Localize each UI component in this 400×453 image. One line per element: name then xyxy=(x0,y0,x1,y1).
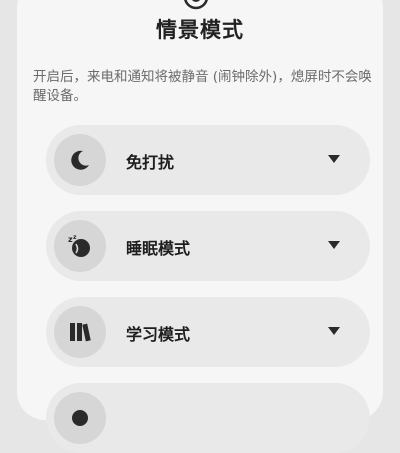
books-icon xyxy=(70,323,91,342)
mode-row-study[interactable]: 学习模式 xyxy=(46,297,370,367)
svg-text:z: z xyxy=(73,234,77,241)
mode-icon-circle xyxy=(54,306,106,358)
mode-icon-circle xyxy=(54,134,106,186)
mode-label: 学习模式 xyxy=(126,325,191,344)
mode-label: 免打扰 xyxy=(126,153,175,172)
mode-icon-circle: z z xyxy=(54,220,106,272)
chevron-down-icon[interactable] xyxy=(328,327,340,335)
scene-mode-icon xyxy=(184,0,208,10)
chevron-down-icon[interactable] xyxy=(328,241,340,249)
mode-row-do-not-disturb[interactable]: 免打扰 xyxy=(46,125,370,195)
mode-label: 睡眠模式 xyxy=(126,239,191,258)
mode-description: 开启后，来电和通知将被静音 (闹钟除外)，熄屏时不会唤醒设备。 xyxy=(33,69,372,104)
mode-row-partial[interactable] xyxy=(46,383,370,453)
mode-row-sleep[interactable]: z z 睡眠模式 xyxy=(46,211,370,281)
moon-icon xyxy=(71,150,89,170)
sleep-icon: z z xyxy=(68,234,90,257)
chevron-down-icon[interactable] xyxy=(328,155,340,163)
page-title: 情景模式 xyxy=(156,18,244,42)
mode-icon xyxy=(72,410,88,426)
